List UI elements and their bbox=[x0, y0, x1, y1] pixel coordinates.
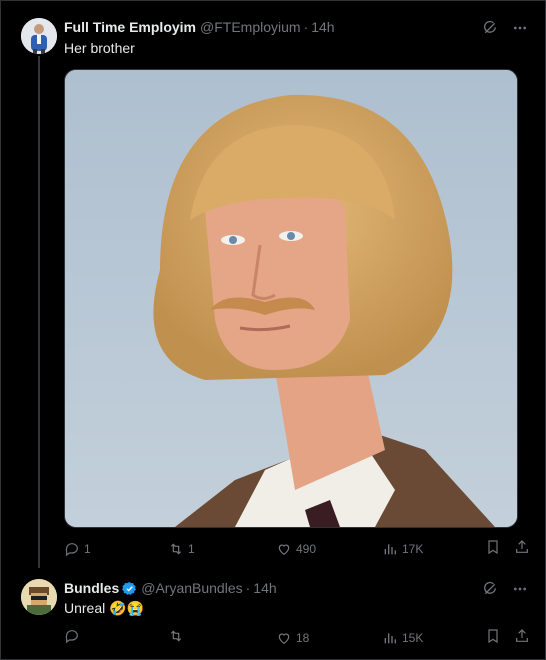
tweet-header: Bundles @AryanBundles · 14h bbox=[64, 579, 277, 597]
reply-icon bbox=[65, 543, 78, 557]
bookmark-icon bbox=[488, 540, 498, 555]
repost-button[interactable] bbox=[168, 628, 188, 644]
verified-badge-icon bbox=[122, 581, 137, 595]
reply-button[interactable]: 1 bbox=[64, 539, 91, 559]
display-name[interactable]: Full Time Employim bbox=[64, 18, 196, 36]
tweet-header: Full Time Employim @FTEmployium · 14h bbox=[64, 18, 335, 36]
share-icon bbox=[516, 629, 528, 642]
like-button[interactable]: 490 bbox=[276, 539, 316, 559]
views-button[interactable]: 15K bbox=[382, 628, 423, 648]
repost-button[interactable]: 1 bbox=[168, 539, 195, 559]
bookmark-icon bbox=[488, 629, 498, 644]
bookmark-button[interactable] bbox=[485, 539, 501, 555]
user-handle[interactable]: @AryanBundles bbox=[141, 579, 242, 597]
views-button[interactable]: 17K bbox=[382, 539, 423, 559]
share-icon bbox=[516, 540, 528, 553]
views-count: 15K bbox=[402, 631, 424, 645]
like-count: 490 bbox=[296, 542, 317, 556]
grok-icon[interactable] bbox=[482, 581, 498, 597]
reply-icon bbox=[65, 630, 78, 644]
avatar[interactable] bbox=[21, 18, 57, 54]
bookmark-button[interactable] bbox=[485, 628, 501, 644]
tweet-top-actions bbox=[482, 20, 528, 36]
thread-connector-line bbox=[38, 56, 40, 568]
tweet-text: Her brother bbox=[64, 40, 135, 56]
display-name[interactable]: Bundles bbox=[64, 579, 119, 597]
tweet-action-bar: 1 1 490 17K bbox=[64, 539, 530, 559]
user-handle[interactable]: @FTEmployium bbox=[200, 18, 301, 36]
repost-icon bbox=[170, 543, 182, 555]
views-icon bbox=[384, 633, 396, 644]
grok-icon[interactable] bbox=[482, 20, 498, 36]
reply-button[interactable] bbox=[64, 628, 84, 644]
share-button[interactable] bbox=[514, 539, 530, 555]
repost-icon bbox=[170, 630, 182, 642]
more-icon[interactable] bbox=[512, 581, 528, 597]
avatar[interactable] bbox=[21, 579, 57, 615]
repost-count: 1 bbox=[188, 542, 195, 556]
like-button[interactable]: 18 bbox=[276, 628, 309, 648]
tweet-action-bar: 18 15K bbox=[64, 628, 530, 648]
share-button[interactable] bbox=[514, 628, 530, 644]
tweet-timestamp[interactable]: 14h bbox=[311, 18, 334, 36]
tweet-media-image[interactable] bbox=[64, 69, 518, 528]
views-icon bbox=[384, 544, 396, 555]
more-icon[interactable] bbox=[512, 20, 528, 36]
separator-dot: · bbox=[245, 580, 251, 596]
like-count: 18 bbox=[296, 631, 310, 645]
tweet-timestamp[interactable]: 14h bbox=[253, 579, 276, 597]
views-count: 17K bbox=[402, 542, 424, 556]
heart-icon bbox=[278, 544, 290, 556]
heart-icon bbox=[278, 633, 290, 645]
reply-count: 1 bbox=[84, 542, 91, 556]
tweet-text: Unreal 🤣😭 bbox=[64, 600, 144, 616]
tweet-top-actions bbox=[482, 581, 528, 597]
separator-dot: · bbox=[303, 19, 309, 35]
